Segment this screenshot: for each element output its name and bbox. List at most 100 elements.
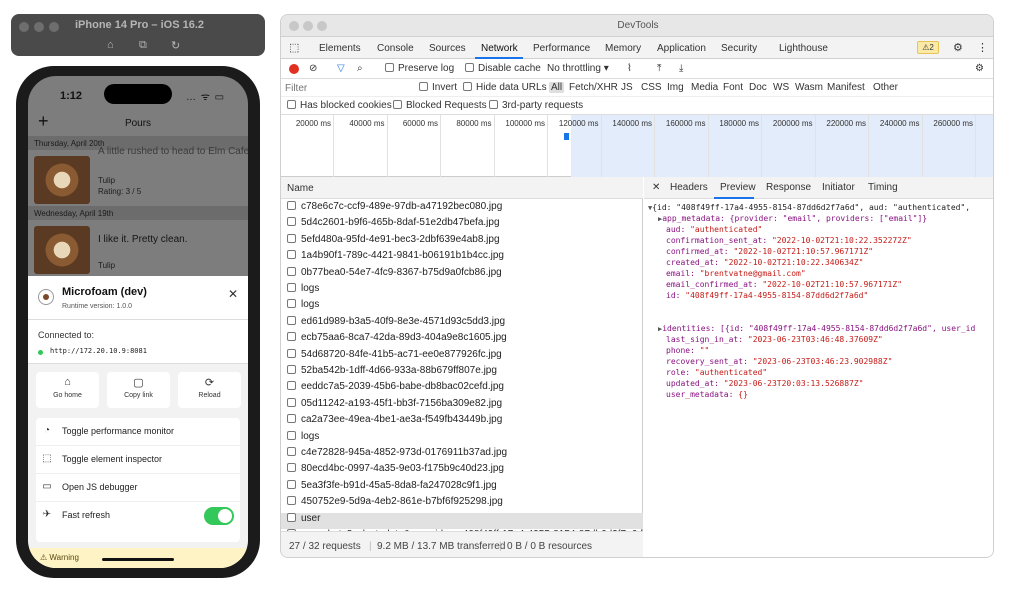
copy-link-button[interactable]: ▢ Copy link: [107, 372, 170, 408]
request-row[interactable]: logs: [281, 299, 643, 315]
clear-icon[interactable]: ⊘: [309, 63, 317, 74]
tab-security[interactable]: Security: [721, 43, 757, 54]
request-row[interactable]: ecb75aa6-8ca7-42da-89d3-404a9e8c1605.jpg: [281, 332, 643, 348]
request-row[interactable]: 5d4c2601-b9f6-465b-8daf-51e2db47befa.jpg: [281, 217, 643, 233]
hide-data-urls-checkbox[interactable]: Hide data URLs: [463, 82, 547, 93]
close-icon[interactable]: ✕: [228, 287, 238, 301]
json-value: "brentvatne@gmail.com": [699, 269, 806, 278]
request-row[interactable]: logs: [281, 430, 643, 447]
tab-memory[interactable]: Memory: [605, 43, 641, 54]
inspect-element-icon[interactable]: ⬚: [289, 41, 299, 54]
search-icon[interactable]: ⌕: [357, 63, 363, 74]
json-app-metadata[interactable]: ▶app_metadata: {provider: "email", provi…: [658, 214, 927, 223]
blocked-requests-checkbox[interactable]: Blocked Requests: [393, 100, 487, 111]
json-root[interactable]: ▼{id: "408f49ff-17a4-4955-8154-87dd6d2f7…: [648, 203, 970, 212]
more-options-icon[interactable]: ⋮: [977, 41, 988, 54]
request-row[interactable]: ca2a73ee-49ea-4be1-ae3a-f549fb43449b.jpg: [281, 414, 643, 430]
home-indicator[interactable]: [102, 558, 174, 561]
request-row[interactable]: 450752e9-5d9a-4eb2-861e-b7bf6f925298.jpg: [281, 496, 643, 512]
import-har-icon[interactable]: ⤒: [657, 63, 661, 74]
open-js-debugger[interactable]: ▭ Open JS debugger: [36, 474, 240, 502]
tab-response[interactable]: Response: [766, 182, 811, 193]
request-row[interactable]: 5ea3f3fe-b91d-45a5-8da8-fa247028c9f1.jpg: [281, 479, 643, 496]
export-har-icon[interactable]: ⤓: [679, 63, 683, 74]
tab-network[interactable]: Network: [481, 43, 518, 54]
request-row[interactable]: ed61d989-b3a5-40f9-8e3e-4571d93c5dd3.jpg: [281, 315, 643, 332]
has-blocked-cookies-label: Has blocked cookies: [300, 100, 392, 111]
toggle-element-inspector[interactable]: ⬚ Toggle element inspector: [36, 446, 240, 474]
has-blocked-cookies-checkbox[interactable]: Has blocked cookies: [287, 100, 392, 111]
preserve-log-checkbox[interactable]: Preserve log: [385, 63, 454, 74]
filter-icon[interactable]: ▽: [337, 63, 345, 74]
request-row[interactable]: c4e72828-945a-4852-973d-0176911b37ad.jpg: [281, 447, 643, 463]
tab-headers[interactable]: Headers: [670, 182, 708, 193]
filter-type-other[interactable]: Other: [873, 82, 898, 93]
tab-timing[interactable]: Timing: [868, 182, 898, 193]
tab-sources[interactable]: Sources: [429, 43, 466, 54]
resource-type-icon: [287, 430, 296, 440]
go-home-button[interactable]: ⌂ Go home: [36, 372, 99, 408]
filter-type-font[interactable]: Font: [723, 82, 743, 93]
third-party-checkbox[interactable]: 3rd-party requests: [489, 100, 583, 111]
network-overview-timeline[interactable]: 20000 ms 40000 ms 60000 ms 80000 ms 100000 m…: [281, 115, 993, 177]
tab-elements[interactable]: Elements: [319, 43, 361, 54]
request-row[interactable]: 80ecd4bc-0997-4a35-9e03-f175b9c40d23.jpg: [281, 463, 643, 479]
devtools-window: DevTools ⬚ Elements Console Sources Netw…: [280, 14, 994, 558]
zoom-window-button[interactable]: [49, 22, 59, 32]
invert-checkbox[interactable]: Invert: [419, 82, 457, 93]
server-url[interactable]: http://172.20.10.9:8081: [50, 347, 147, 355]
json-identities[interactable]: ▶identities: [{id: "408f49ff-17a4-4955-8…: [658, 324, 975, 333]
connected-label: Connected to:: [38, 330, 95, 340]
record-icon[interactable]: [289, 64, 299, 74]
rotate-icon[interactable]: ↻: [171, 39, 180, 52]
toggle-performance-monitor[interactable]: ◔ Toggle performance monitor: [36, 418, 240, 446]
filter-type-fetch-xhr[interactable]: Fetch/XHR: [569, 82, 618, 93]
request-row[interactable]: logs: [281, 283, 643, 299]
filter-type-wasm[interactable]: Wasm: [795, 82, 823, 93]
network-settings-gear-icon[interactable]: ⚙: [975, 63, 984, 74]
network-conditions-icon[interactable]: ⌇: [627, 63, 632, 74]
request-row[interactable]: 5efd480a-95fd-4e91-bec3-2dbf639e4ab8.jpg: [281, 233, 643, 250]
filter-type-js[interactable]: JS: [621, 82, 633, 93]
timeline-tick-label: 180000 ms: [719, 119, 759, 128]
request-row[interactable]: 1a4b90f1-789c-4421-9841-b06191b1b4cc.jpg: [281, 250, 643, 266]
request-row[interactable]: 52ba542b-1dff-4d66-933a-88b679ff807e.jpg: [281, 365, 643, 381]
filter-input[interactable]: [285, 82, 409, 95]
checkbox-icon: [489, 100, 498, 109]
tab-console[interactable]: Console: [377, 43, 414, 54]
tab-lighthouse[interactable]: Lighthouse: [779, 43, 828, 54]
request-row[interactable]: 54d68720-84fe-41b5-ac71-ee0e877926fc.jpg: [281, 348, 643, 365]
filter-type-media[interactable]: Media: [691, 82, 718, 93]
request-row[interactable]: 0b77bea0-54e7-4fc9-8367-b75d9a0fcb86.jpg: [281, 266, 643, 283]
tab-application[interactable]: Application: [657, 43, 706, 54]
filter-type-all[interactable]: All: [549, 82, 565, 93]
filter-type-doc[interactable]: Doc: [749, 82, 767, 93]
request-row[interactable]: c78e6c7c-ccf9-489e-97db-a47192bec080.jpg: [281, 201, 643, 217]
filter-type-manifest[interactable]: Manifest: [827, 82, 865, 93]
request-row[interactable]: eeddc7a5-2039-45b6-babe-db8bac02cefd.jpg: [281, 381, 643, 397]
request-row[interactable]: user: [281, 512, 643, 529]
close-detail-icon[interactable]: ✕: [652, 182, 660, 193]
filter-type-img[interactable]: Img: [667, 82, 684, 93]
request-row[interactable]: 05d11242-a193-45f1-bb3f-7156ba309e82.jpg: [281, 397, 643, 414]
close-window-button[interactable]: [19, 22, 29, 32]
settings-gear-icon[interactable]: ⚙: [953, 41, 963, 54]
debugger-icon: ▭: [42, 481, 52, 492]
tab-performance[interactable]: Performance: [533, 43, 590, 54]
timeline-tick-line: [600, 115, 602, 177]
filter-type-ws[interactable]: WS: [773, 82, 789, 93]
disable-cache-checkbox[interactable]: Disable cache: [465, 63, 541, 74]
reload-button[interactable]: ⟳ Reload: [178, 372, 241, 408]
minimize-window-button[interactable]: [34, 22, 44, 32]
requests-header[interactable]: Name: [281, 177, 643, 199]
screenshot-icon[interactable]: ⧉: [139, 39, 147, 52]
json-field: email_confirmed_at: "2022-10-02T21:10:57…: [666, 280, 902, 289]
timeline-tick-line: [761, 115, 762, 177]
home-icon[interactable]: ⌂: [107, 39, 114, 51]
fast-refresh-toggle[interactable]: [204, 507, 234, 525]
warning-count-badge[interactable]: ⚠2: [917, 41, 939, 54]
throttling-select[interactable]: No throttling ▾: [547, 63, 609, 74]
tab-initiator[interactable]: Initiator: [822, 182, 855, 193]
tab-preview[interactable]: Preview: [720, 182, 756, 193]
filter-type-css[interactable]: CSS: [641, 82, 662, 93]
